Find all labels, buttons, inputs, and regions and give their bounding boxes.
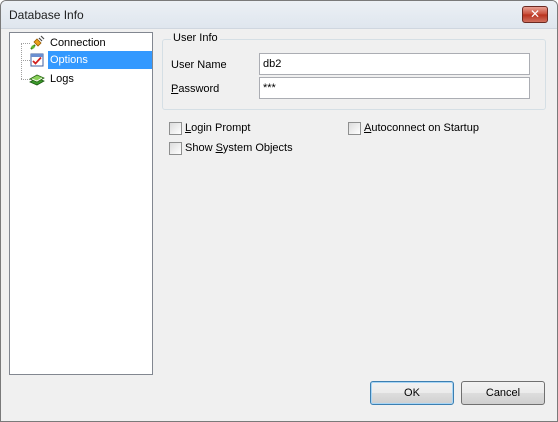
show-system-objects-rest: ystem Objects [222, 142, 293, 154]
connection-plug-icon [30, 35, 45, 50]
password-label-rest: assword [178, 83, 220, 95]
window-title: Database Info [9, 8, 84, 22]
autoconnect-option[interactable]: Autoconnect on Startup [348, 121, 518, 137]
show-system-objects-prefix: Show [185, 142, 216, 154]
show-system-objects-label: Show System Objects [185, 142, 293, 154]
tree-item-logs[interactable]: Logs [10, 70, 150, 88]
cancel-button[interactable]: Cancel [461, 381, 545, 405]
ok-button[interactable]: OK [370, 381, 454, 405]
tree-item-label: Logs [50, 73, 74, 85]
tree-item-options[interactable]: Options [10, 51, 152, 69]
show-system-objects-option[interactable]: Show System Objects [169, 141, 329, 157]
close-button[interactable]: ✕ [522, 6, 548, 23]
user-name-label: User Name [171, 59, 227, 71]
login-prompt-option[interactable]: Login Prompt [169, 121, 289, 137]
user-name-input[interactable]: db2 [259, 53, 530, 75]
logs-book-icon [29, 74, 45, 86]
navigation-tree: Connection Options Logs [9, 32, 153, 375]
group-title: User Info [171, 32, 220, 44]
autoconnect-label-rest: utoconnect on Startup [371, 122, 479, 134]
login-prompt-checkbox[interactable] [169, 122, 182, 135]
show-system-objects-accelerator: S [215, 142, 223, 154]
login-prompt-label: Login Prompt [185, 122, 250, 134]
tree-item-connection[interactable]: Connection [10, 34, 150, 52]
show-system-objects-checkbox[interactable] [169, 142, 182, 155]
login-prompt-label-rest: ogin Prompt [191, 122, 251, 134]
password-input[interactable]: *** [259, 77, 530, 99]
database-info-dialog: Database Info ✕ Connection Options Logs … [0, 0, 558, 422]
options-checklist-icon [30, 53, 44, 67]
autoconnect-checkbox[interactable] [348, 122, 361, 135]
tree-item-label: Options [48, 51, 152, 69]
title-bar[interactable]: Database Info ✕ [1, 1, 557, 29]
tree-item-label: Connection [50, 37, 106, 49]
close-icon: ✕ [529, 7, 541, 21]
autoconnect-label: Autoconnect on Startup [364, 122, 479, 134]
password-label: Password [171, 83, 219, 95]
